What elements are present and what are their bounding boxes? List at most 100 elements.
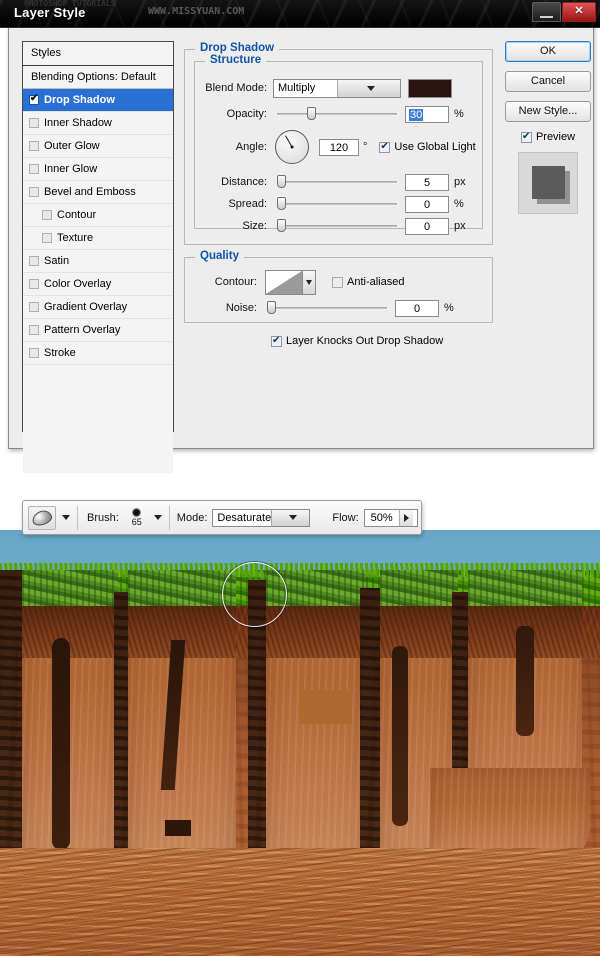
letter-grass-cap [22,570,118,610]
letter-soil-band [22,606,118,658]
sidebar-item-label: Inner Shadow [44,117,112,129]
sidebar-item-inner-glow[interactable]: Inner Glow [23,158,173,181]
blend-mode-label: Blend Mode: [205,82,267,94]
distance-slider[interactable] [277,175,397,189]
blending-options-label: Blending Options: Default [31,71,156,83]
gradient-overlay-checkbox[interactable] [29,302,39,312]
contour-preview[interactable] [265,269,303,295]
cancel-button[interactable]: Cancel [505,71,591,92]
structure-group: Structure Blend Mode: Multiply Opacity: … [194,54,483,235]
opacity-slider-knob[interactable] [307,107,316,120]
preview-label: Preview [535,131,576,143]
sidebar-item-contour[interactable]: Contour [23,204,173,227]
flow-input[interactable]: 50% [363,508,418,527]
sidebar-item-label: Stroke [44,347,76,359]
size-slider[interactable] [277,219,397,233]
noise-slider[interactable] [267,301,387,315]
drop-shadow-checkbox[interactable] [29,93,39,105]
brush-size-value: 65 [131,517,142,527]
opacity-slider[interactable] [277,107,397,121]
mode-value: Desaturate [217,511,272,524]
angle-dial[interactable] [275,130,309,164]
angle-input[interactable]: 120 [319,138,359,156]
sidebar-item-label: Drop Shadow [44,94,115,106]
photoshop-canvas[interactable] [0,530,600,956]
anti-aliased-row[interactable]: Anti-aliased [332,276,404,288]
sponge-tool-icon[interactable] [28,505,56,530]
sidebar-item-outer-glow[interactable]: Outer Glow [23,135,173,158]
tool-preset-chevron-icon[interactable] [62,515,70,520]
sidebar-item-satin[interactable]: Satin [23,250,173,273]
texture-checkbox[interactable] [42,233,52,243]
sidebar-item-label: Texture [57,232,94,244]
size-slider-knob[interactable] [277,219,286,232]
size-input[interactable]: 0 [405,217,449,235]
opacity-input[interactable]: 30 [405,105,449,123]
dialog-buttons: OK Cancel New Style... Preview [505,41,591,214]
new-style-button[interactable]: New Style... [505,101,591,122]
spread-slider[interactable] [277,197,397,211]
stroke-checkbox[interactable] [29,348,39,358]
styles-list[interactable]: Styles Blending Options: Default Drop Sh… [22,41,174,473]
sidebar-item-texture[interactable]: Texture [23,227,173,250]
contour-picker[interactable] [265,269,316,295]
inner-shadow-checkbox[interactable] [29,118,39,128]
layer-knocks-out-checkbox[interactable] [271,334,282,347]
distance-unit: px [454,176,466,188]
shadow-color-swatch[interactable] [408,78,452,98]
pattern-overlay-checkbox[interactable] [29,325,39,335]
sidebar-item-stroke[interactable]: Stroke [23,342,173,365]
spread-slider-knob[interactable] [277,197,286,210]
noise-input[interactable]: 0 [395,299,439,317]
drop-shadow-settings-panel: Drop Shadow Structure Blend Mode: Multip… [184,41,495,430]
blend-mode-select[interactable]: Multiply [273,78,401,98]
sidebar-item-gradient-overlay[interactable]: Gradient Overlay [23,296,173,319]
flow-label: Flow: [332,511,359,524]
brush-chevron-icon[interactable] [153,515,162,520]
close-icon[interactable] [562,2,596,22]
bevel-and-emboss-checkbox[interactable] [29,187,39,197]
blend-mode-value: Multiply [278,82,316,94]
color-overlay-checkbox[interactable] [29,279,39,289]
dialog-title-bar[interactable]: PHOTOSHOP TUTORIALS Layer Style WWW.MISS… [0,0,600,28]
outer-glow-checkbox[interactable] [29,141,39,151]
inner-glow-checkbox[interactable] [29,164,39,174]
sidebar-item-drop-shadow[interactable]: Drop Shadow [23,89,173,112]
layer-knocks-out-row[interactable]: Layer Knocks Out Drop Shadow [271,334,443,347]
sidebar-item-inner-shadow[interactable]: Inner Shadow [23,112,173,135]
distance-input[interactable]: 5 [405,173,449,191]
mode-select[interactable]: Desaturate [212,508,311,527]
preview-row[interactable]: Preview [505,130,591,143]
contour-checkbox[interactable] [42,210,52,220]
sidebar-item-label: Pattern Overlay [44,324,121,336]
sidebar-item-bevel-and-emboss[interactable]: Bevel and Emboss [23,181,173,204]
contour-dropdown-icon[interactable] [303,269,316,295]
flow-popup-arrow-icon[interactable] [398,509,413,526]
sidebar-item-blending-options[interactable]: Blending Options: Default [23,66,173,89]
quality-group: Quality Contour: Anti-aliased Noise: 0 % [184,250,493,323]
sidebar-item-color-overlay[interactable]: Color Overlay [23,273,173,296]
sidebar-item-pattern-overlay[interactable]: Pattern Overlay [23,319,173,342]
letter-i-counter [392,646,408,826]
letter-grass-cap [128,570,236,610]
preview-checkbox[interactable] [520,130,532,143]
chevron-down-icon[interactable] [336,79,400,97]
toolbar-divider [168,505,170,530]
anti-aliased-checkbox[interactable] [332,276,343,288]
window-controls [532,2,596,22]
minimize-button-icon[interactable] [532,2,561,22]
letter-o [22,570,118,870]
use-global-light-row[interactable]: Use Global Light [379,140,476,153]
distance-slider-knob[interactable] [277,175,286,188]
noise-slider-knob[interactable] [267,301,276,314]
dialog-title: Layer Style [14,5,86,20]
spread-input[interactable]: 0 [405,195,449,213]
drop-shadow-group-title: Drop Shadow [195,42,280,54]
brush-preview[interactable]: 65 [126,508,148,527]
size-slider-track [277,225,397,227]
use-global-light-checkbox[interactable] [379,140,391,153]
ok-button[interactable]: OK [505,41,591,62]
satin-checkbox[interactable] [29,256,39,266]
mode-chevron-down-icon[interactable] [271,509,310,526]
sidebar-item-label: Contour [57,209,97,221]
